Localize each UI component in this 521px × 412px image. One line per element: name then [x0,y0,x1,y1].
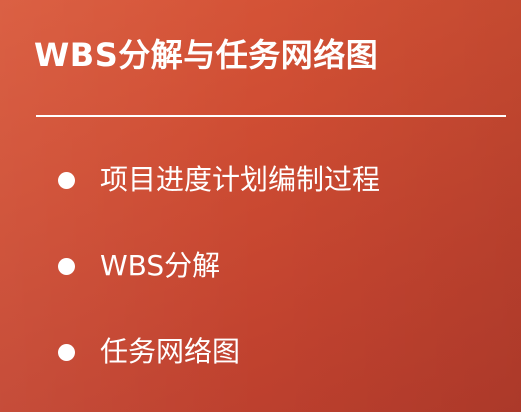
bullet-label: 项目进度计划编制过程 [100,163,381,196]
bullet-list: 项目进度计划编制过程 WBS分解 任务网络图 [58,150,380,408]
slide: WBS分解与任务网络图 项目进度计划编制过程 WBS分解 任务网络图 [0,0,521,412]
bullet-item-network: 任务网络图 [58,322,380,408]
bullet-item-wbs: WBS分解 [58,236,380,322]
slide-title: WBS分解与任务网络图 [34,36,379,74]
bullet-dot-icon [58,344,75,361]
bullet-item-process: 项目进度计划编制过程 [58,150,380,236]
title-divider [36,115,506,117]
bullet-label: 任务网络图 [100,335,241,368]
bullet-label: WBS分解 [100,249,221,282]
bullet-dot-icon [58,172,75,189]
bullet-dot-icon [58,258,75,275]
